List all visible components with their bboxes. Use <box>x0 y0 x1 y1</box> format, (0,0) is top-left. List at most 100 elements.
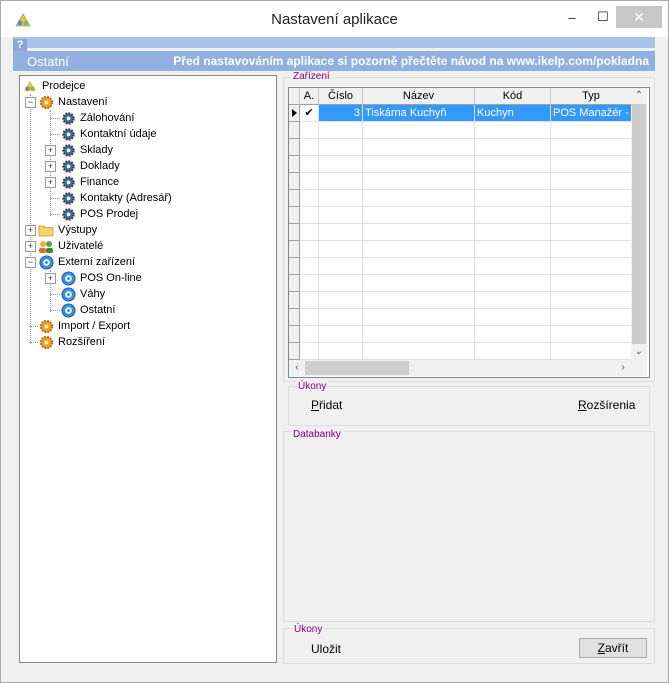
save-button[interactable]: Uložit <box>311 642 341 656</box>
empty-cell <box>475 190 551 207</box>
gear-blue-icon <box>60 190 76 206</box>
empty-cell <box>551 139 632 156</box>
tree-item-zalohovani[interactable]: Zálohování <box>60 110 134 126</box>
header-note: Před nastavováním aplikace si pozorně př… <box>173 54 649 68</box>
empty-cell <box>475 207 551 224</box>
empty-cell <box>300 292 319 309</box>
column-header-cislo[interactable]: Číslo <box>319 88 363 105</box>
expand-icon[interactable]: + <box>45 145 56 156</box>
current-row-arrow-icon <box>292 109 297 117</box>
empty-cell <box>475 241 551 258</box>
empty-cell <box>300 309 319 326</box>
row-indicator <box>289 275 300 292</box>
empty-cell <box>551 190 632 207</box>
tree-item-sklady[interactable]: Sklady <box>60 142 113 158</box>
empty-cell <box>475 122 551 139</box>
empty-cell <box>363 190 475 207</box>
tree-item-finance[interactable]: Finance <box>60 174 119 190</box>
tree-label: Prodejce <box>42 80 86 92</box>
databanky-group-label: Databanky <box>291 429 343 440</box>
row-indicator <box>289 292 300 309</box>
tree-label: Uživatelé <box>58 240 104 252</box>
close-window-button[interactable]: ✕ <box>616 6 662 28</box>
tree-label: Váhy <box>80 288 106 300</box>
tree-label: Nastavení <box>58 96 108 108</box>
tree-item-doklady[interactable]: Doklady <box>60 158 120 174</box>
vertical-scroll-thumb[interactable] <box>632 104 646 344</box>
add-button[interactable]: Přidat <box>311 398 342 412</box>
tree-item-nastaveni[interactable]: Nastavení <box>38 94 108 110</box>
expand-icon[interactable]: + <box>45 161 56 172</box>
close-label: avřít <box>605 641 629 655</box>
column-header-active[interactable]: A. <box>300 88 319 105</box>
empty-cell <box>319 309 363 326</box>
tree-connector <box>30 342 38 343</box>
tree-label: POS Prodej <box>80 208 139 220</box>
collapse-icon[interactable]: − <box>25 257 36 268</box>
tree-item-pos-prodej[interactable]: POS Prodej <box>60 206 138 222</box>
extensions-button[interactable]: Rozšírenia <box>578 398 635 412</box>
empty-cell <box>363 326 475 343</box>
minimize-button[interactable]: – <box>554 6 590 28</box>
column-header-kod[interactable]: Kód <box>475 88 551 105</box>
ext-accel-key: R <box>578 398 587 412</box>
tree-item-kontaktni-udaje[interactable]: Kontaktní údaje <box>60 126 156 142</box>
tree-label: POS On-line <box>80 272 142 284</box>
settings-tree[interactable]: Prodejce − Nastavení Zálohování Kontaktn… <box>19 75 277 663</box>
empty-cell <box>363 224 475 241</box>
empty-cell <box>319 156 363 173</box>
tree-item-prodejce[interactable]: Prodejce <box>22 78 85 94</box>
cell-active[interactable]: ✔ <box>300 105 319 122</box>
row-indicator <box>289 309 300 326</box>
close-button[interactable]: Zavřít <box>579 638 647 658</box>
empty-cell <box>363 241 475 258</box>
expand-icon[interactable]: + <box>25 241 36 252</box>
devices-grid[interactable]: A. Číslo Název Kód Typ ✔ 3 Tiskárna Kuch… <box>288 87 650 378</box>
column-header-nazev[interactable]: Název <box>363 88 475 105</box>
cell-nazev[interactable]: Tiskárna Kuchyň <box>363 105 475 122</box>
tree-item-externi[interactable]: Externí zařízení <box>38 254 135 270</box>
cell-typ[interactable]: POS Manažér - <box>551 105 632 122</box>
cell-cislo[interactable]: 3 <box>319 105 363 122</box>
add-accel-key: P <box>311 398 320 412</box>
scroll-right-icon[interactable]: › <box>615 360 631 376</box>
tree-item-rozsireni[interactable]: Rozšíření <box>38 334 105 350</box>
expand-icon[interactable]: + <box>45 273 56 284</box>
tree-item-vystupy[interactable]: Výstupy <box>38 222 97 238</box>
collapse-icon[interactable]: − <box>25 97 36 108</box>
empty-cell <box>551 343 632 360</box>
row-indicator-header <box>289 88 300 105</box>
horizontal-scroll-thumb[interactable] <box>305 361 409 375</box>
empty-cell <box>363 122 475 139</box>
column-header-typ[interactable]: Typ <box>551 88 632 105</box>
tree-item-import-export[interactable]: Import / Export <box>38 318 130 334</box>
gear-orange-icon <box>38 334 54 350</box>
row-indicator <box>289 326 300 343</box>
top-strip <box>13 37 655 48</box>
cell-kod[interactable]: Kuchyn <box>475 105 551 122</box>
tree-label: Zálohování <box>80 112 135 124</box>
row-indicator <box>289 190 300 207</box>
gear-blue-icon <box>60 110 76 126</box>
empty-cell <box>363 292 475 309</box>
scroll-up-icon[interactable]: ⌃ <box>631 88 647 104</box>
tree-item-vahy[interactable]: Váhy <box>60 286 105 302</box>
row-indicator[interactable] <box>289 105 300 122</box>
tree-label: Ostatní <box>80 304 116 316</box>
empty-cell <box>475 224 551 241</box>
empty-cell <box>319 224 363 241</box>
tree-item-kontakty[interactable]: Kontakty (Adresář) <box>60 190 172 206</box>
tree-item-ostatni[interactable]: Ostatní <box>60 302 115 318</box>
expand-icon[interactable]: + <box>25 225 36 236</box>
scroll-down-icon[interactable]: ⌄ <box>631 344 647 360</box>
scroll-left-icon[interactable]: ‹ <box>289 360 305 376</box>
tree-item-uzivatele[interactable]: Uživatelé <box>38 238 103 254</box>
row-indicator <box>289 139 300 156</box>
help-icon[interactable]: ? <box>13 39 27 51</box>
maximize-button[interactable]: ☐ <box>590 6 616 28</box>
empty-cell <box>300 224 319 241</box>
tree-item-pos-online[interactable]: POS On-line <box>60 270 142 286</box>
empty-cell <box>363 156 475 173</box>
expand-icon[interactable]: + <box>45 177 56 188</box>
empty-cell <box>551 241 632 258</box>
